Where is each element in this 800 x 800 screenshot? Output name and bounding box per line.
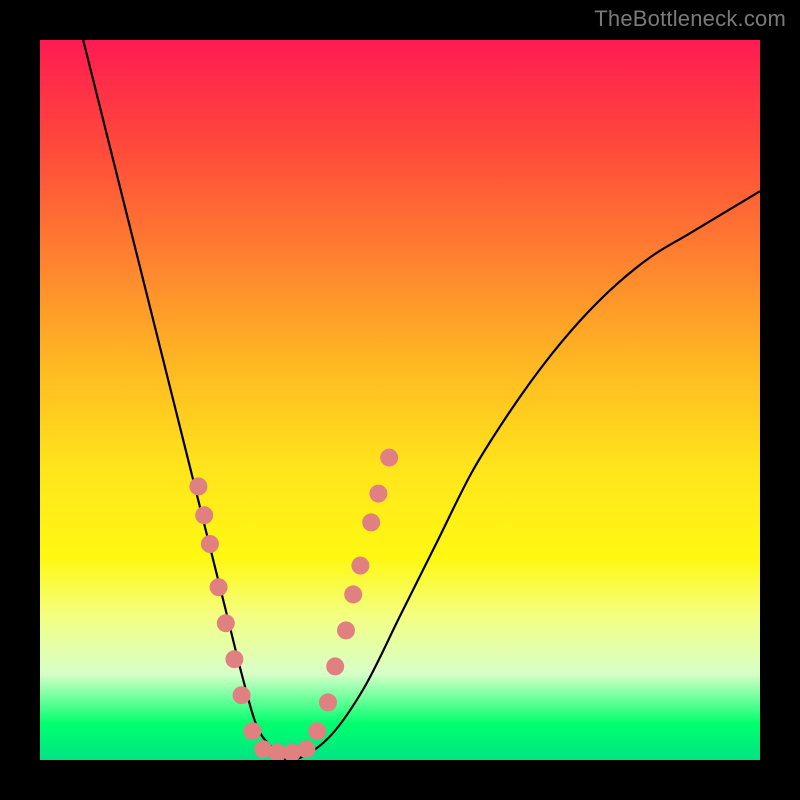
data-point [195, 506, 213, 524]
watermark-text: TheBottleneck.com [594, 6, 786, 32]
data-point [326, 657, 344, 675]
data-point [362, 513, 380, 531]
chart-svg [40, 40, 760, 760]
data-points [189, 449, 398, 760]
bottleneck-curve [83, 40, 760, 760]
data-point [233, 686, 251, 704]
data-point [319, 693, 337, 711]
data-point [225, 650, 243, 668]
data-point [337, 621, 355, 639]
data-point [189, 477, 207, 495]
data-point [217, 614, 235, 632]
data-point [201, 535, 219, 553]
data-point [351, 557, 369, 575]
plot-area [40, 40, 760, 760]
data-point [210, 578, 228, 596]
chart-container: TheBottleneck.com [0, 0, 800, 800]
data-point [380, 449, 398, 467]
data-point [344, 585, 362, 603]
data-point [369, 485, 387, 503]
data-point [308, 722, 326, 740]
data-point [297, 740, 315, 758]
data-point [243, 722, 261, 740]
bottleneck-curve-path [83, 40, 760, 760]
